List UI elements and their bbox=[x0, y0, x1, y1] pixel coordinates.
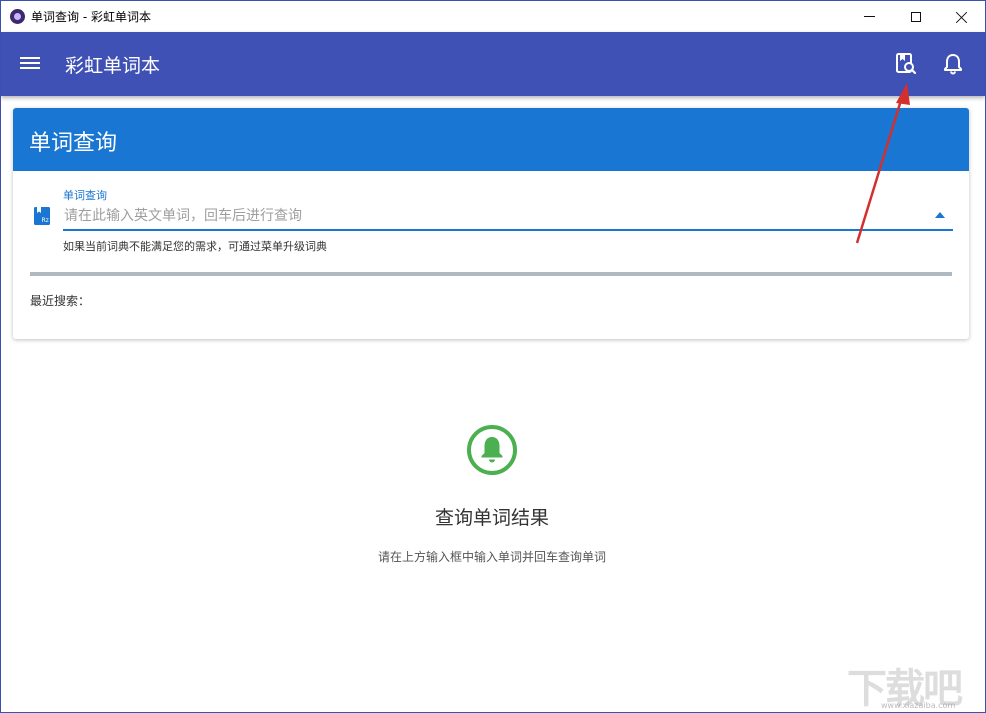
app-toolbar: 彩虹单词本 bbox=[1, 32, 985, 96]
empty-state-title: 查询单词结果 bbox=[1, 503, 983, 530]
minimize-icon bbox=[864, 16, 875, 17]
app-title: 彩虹单词本 bbox=[65, 51, 160, 78]
recent-searches-label: 最近搜索： bbox=[30, 292, 90, 309]
maximize-button[interactable] bbox=[893, 1, 939, 32]
word-search-input[interactable] bbox=[63, 203, 953, 231]
app-logo-icon bbox=[10, 9, 25, 24]
window-titlebar[interactable]: 单词查询 - 彩虹单词本 bbox=[1, 1, 985, 32]
word-search-card: 单词查询 Rz 单词查询 如果当前词典不能满足您的需求，可通过菜单升级词典 最近… bbox=[13, 108, 969, 339]
dictionary-search-icon bbox=[891, 50, 919, 78]
window-title: 单词查询 - 彩虹单词本 bbox=[31, 8, 151, 25]
dictionary-icon: Rz bbox=[33, 206, 51, 226]
card-title: 单词查询 bbox=[29, 125, 117, 157]
hamburger-menu-icon[interactable] bbox=[20, 54, 40, 72]
bell-icon bbox=[466, 424, 518, 476]
watermark-url: www.xiazaiba.com bbox=[881, 701, 955, 710]
notifications-button[interactable] bbox=[939, 50, 967, 78]
app-window: 单词查询 - 彩虹单词本 彩虹单词本 单词查询 bbox=[0, 0, 986, 713]
card-header: 单词查询 bbox=[13, 108, 969, 171]
empty-state-subtitle: 请在上方输入框中输入单词并回车查询单词 bbox=[1, 548, 983, 565]
search-field-label: 单词查询 bbox=[63, 187, 107, 203]
search-field-hint: 如果当前词典不能满足您的需求，可通过菜单升级词典 bbox=[63, 238, 327, 254]
close-icon bbox=[956, 11, 968, 23]
dictionary-search-button[interactable] bbox=[891, 50, 919, 78]
close-button[interactable] bbox=[939, 1, 985, 32]
minimize-button[interactable] bbox=[846, 1, 892, 32]
bell-icon bbox=[939, 50, 967, 78]
maximize-icon bbox=[911, 12, 921, 22]
loading-progress-bar bbox=[30, 272, 952, 276]
svg-text:Rz: Rz bbox=[42, 217, 49, 224]
dropdown-toggle-icon[interactable] bbox=[935, 212, 945, 218]
